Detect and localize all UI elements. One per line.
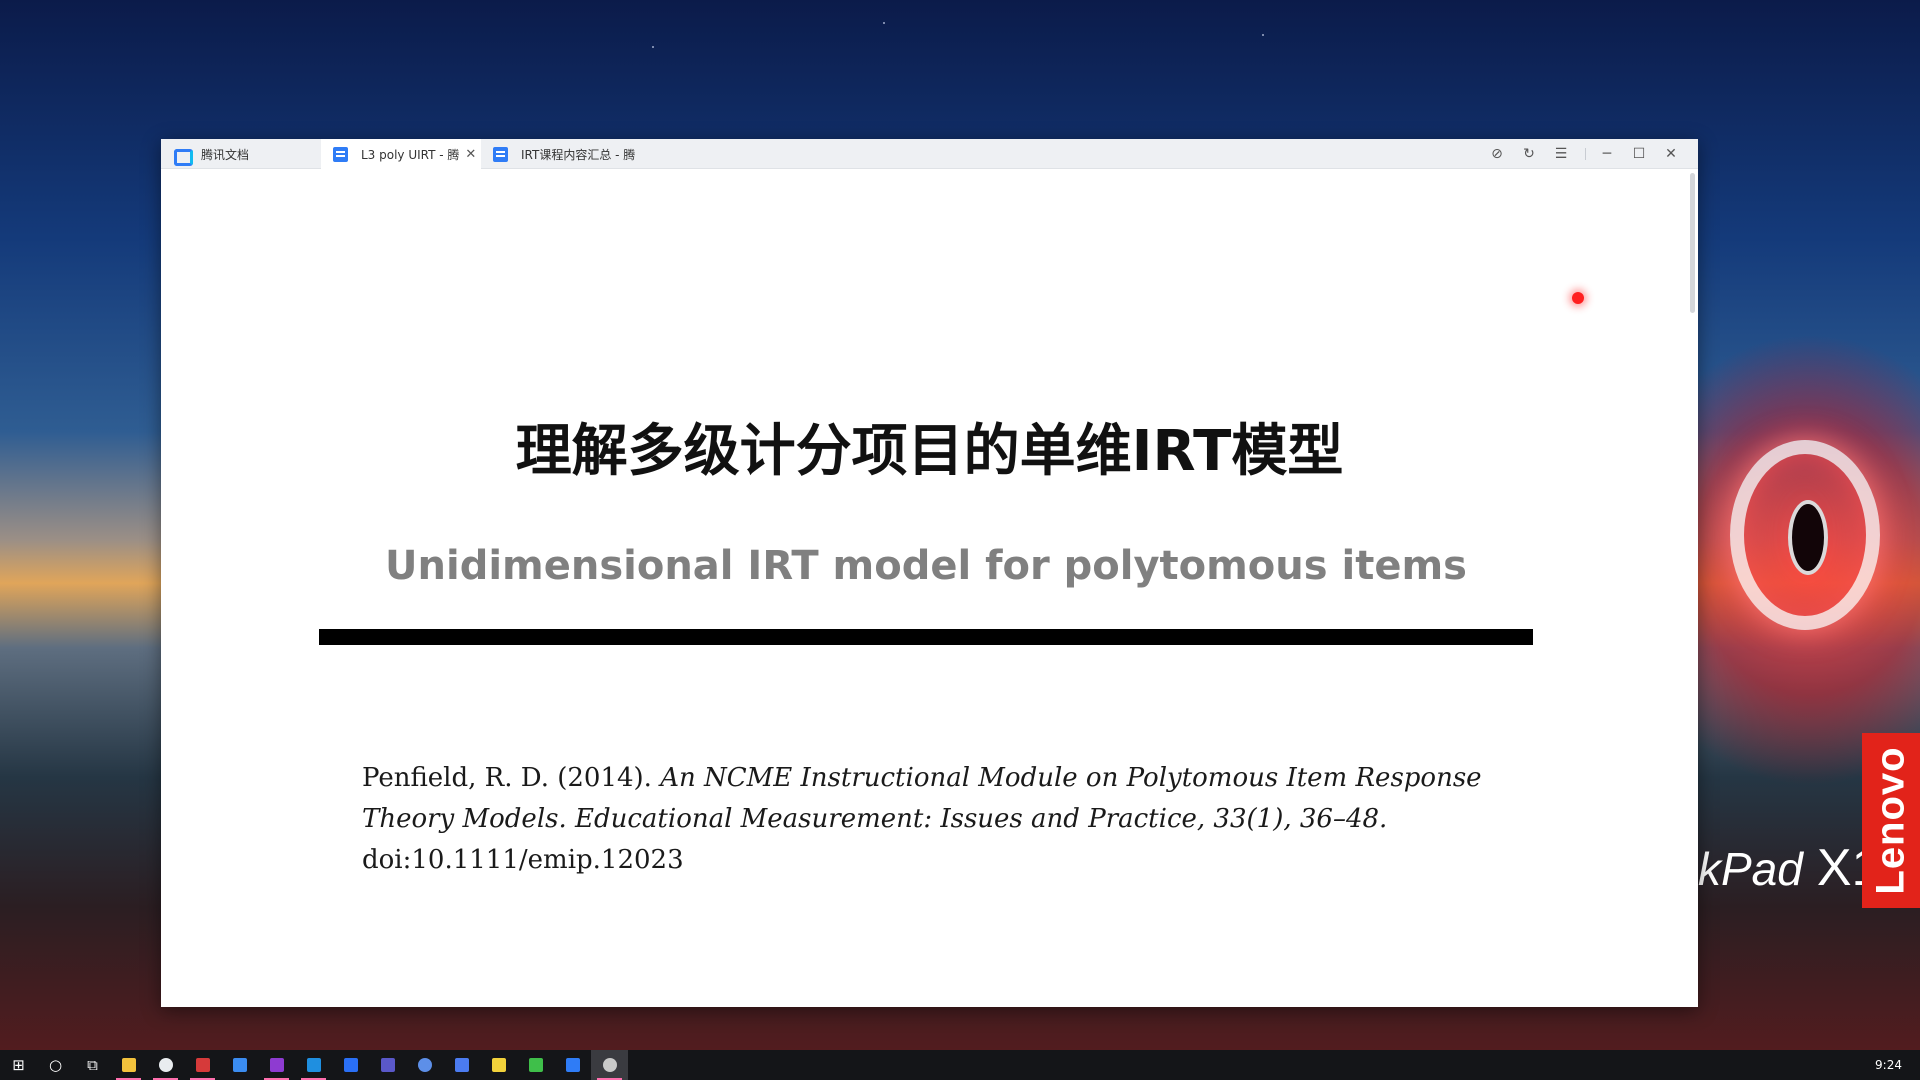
- star: [1262, 34, 1264, 36]
- docs-app-window: 腾讯文档 L3 poly UIRT - 腾 ✕ IRT课程内容汇总 - 腾 ⊘ …: [161, 139, 1698, 1007]
- taskbar-app[interactable]: [480, 1050, 517, 1080]
- lenovo-badge: Lenovo: [1862, 733, 1920, 908]
- tab-label: 腾讯文档: [201, 147, 250, 162]
- wallpaper-swirl-core: [1788, 500, 1828, 575]
- vertical-scrollbar[interactable]: [1690, 173, 1695, 313]
- close-window-button[interactable]: ✕: [1655, 139, 1687, 169]
- tab-label: L3 poly UIRT - 腾: [361, 147, 460, 162]
- task-view-button[interactable]: ⧉: [74, 1050, 111, 1080]
- document-title: 理解多级计分项目的单维IRT模型: [515, 419, 1344, 484]
- taskbar-app[interactable]: [369, 1050, 406, 1080]
- feather-app-icon: [343, 1058, 358, 1072]
- tab-label: IRT课程内容汇总 - 腾: [521, 147, 636, 162]
- document-subtitle: Unidimensional IRT model for polytomous …: [385, 543, 1467, 589]
- title-divider: [319, 629, 1533, 645]
- menu-icon[interactable]: ☰: [1545, 139, 1577, 169]
- document-icon: [333, 146, 348, 162]
- taskbar-app[interactable]: [221, 1050, 258, 1080]
- lenovo-badge-text: Lenovo: [1868, 746, 1913, 895]
- task-view-icon: ⧉: [87, 1056, 98, 1074]
- sticky-notes-icon: [491, 1058, 506, 1072]
- document-icon: [493, 146, 508, 162]
- refresh-icon[interactable]: ↻: [1513, 139, 1545, 169]
- taskbar-app[interactable]: [517, 1050, 554, 1080]
- mail-app-icon: [195, 1058, 210, 1072]
- citation-author: Penfield, R. D. (2014).: [362, 763, 652, 793]
- tab-l3-poly-uirt[interactable]: L3 poly UIRT - 腾 ✕: [321, 139, 481, 169]
- tab-tencent-docs[interactable]: 腾讯文档: [161, 139, 321, 169]
- laser-pointer-icon: [1572, 292, 1584, 304]
- onenote-icon: [269, 1058, 284, 1072]
- taskbar-app[interactable]: [110, 1050, 147, 1080]
- window-titlebar[interactable]: 腾讯文档 L3 poly UIRT - 腾 ✕ IRT课程内容汇总 - 腾 ⊘ …: [161, 139, 1698, 169]
- minimize-button[interactable]: ─: [1591, 139, 1623, 169]
- taskbar-app[interactable]: [332, 1050, 369, 1080]
- tab-irt-course-summary[interactable]: IRT课程内容汇总 - 腾: [481, 139, 651, 169]
- search-button[interactable]: ○: [37, 1050, 74, 1080]
- windows-start-icon: ⊞: [12, 1056, 25, 1074]
- close-tab-icon[interactable]: ✕: [465, 147, 476, 162]
- star: [883, 22, 885, 24]
- taskbar-app[interactable]: [295, 1050, 332, 1080]
- browser-circle-icon: [417, 1058, 432, 1072]
- tencent-docs-taskbar-icon: [565, 1058, 580, 1072]
- thinkpad-text: kPad: [1698, 843, 1803, 895]
- search-circle-icon: ○: [48, 1056, 63, 1074]
- timer-icon[interactable]: ⊘: [1481, 139, 1513, 169]
- taskbar: ⊞ ○ ⧉ 9:24: [0, 1050, 1920, 1080]
- wechat-icon: [528, 1058, 543, 1072]
- todo-app-icon: [232, 1058, 247, 1072]
- file-explorer-icon: [121, 1058, 136, 1072]
- thinkpad-logo: kPad X1: [1698, 838, 1880, 898]
- clock-app-icon: [602, 1058, 617, 1072]
- start-button[interactable]: ⊞: [0, 1050, 37, 1080]
- maximize-button[interactable]: ☐: [1623, 139, 1655, 169]
- citation-doi: doi:10.1111/emip.12023: [362, 845, 684, 875]
- cloud-app-icon: [158, 1058, 173, 1072]
- taskbar-app[interactable]: [147, 1050, 184, 1080]
- chat-app-icon: [454, 1058, 469, 1072]
- reference-citation: Penfield, R. D. (2014). An NCME Instruct…: [362, 758, 1512, 881]
- controls-divider: [1585, 148, 1586, 160]
- taskbar-app[interactable]: [406, 1050, 443, 1080]
- edge-browser-icon: [306, 1058, 321, 1072]
- star: [652, 46, 654, 48]
- taskbar-app[interactable]: [258, 1050, 295, 1080]
- document-canvas[interactable]: 理解多级计分项目的单维IRT模型 Unidimensional IRT mode…: [161, 169, 1698, 1007]
- taskbar-app[interactable]: [554, 1050, 591, 1080]
- taskbar-app[interactable]: [591, 1050, 628, 1080]
- taskbar-app[interactable]: [443, 1050, 480, 1080]
- taskbar-clock[interactable]: 9:24: [1875, 1050, 1902, 1080]
- tencent-docs-icon: [173, 147, 193, 166]
- m-app-icon: [380, 1058, 395, 1072]
- taskbar-app[interactable]: [184, 1050, 221, 1080]
